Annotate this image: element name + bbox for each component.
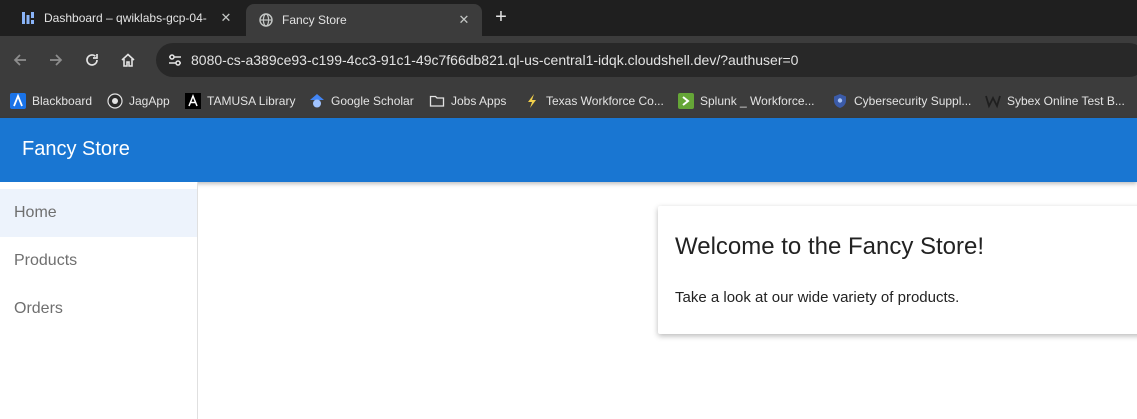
welcome-card: Welcome to the Fancy Store! Take a look … bbox=[658, 206, 1137, 334]
folder-icon bbox=[429, 93, 445, 109]
address-bar[interactable]: 8080-cs-a389ce93-c199-4cc3-91c1-49c7f66d… bbox=[156, 43, 1137, 77]
app-toolbar: Fancy Store bbox=[0, 118, 1137, 182]
bookmark-label: Google Scholar bbox=[331, 94, 414, 108]
app-title: Fancy Store bbox=[22, 138, 130, 160]
side-nav: Home Products Orders bbox=[0, 182, 198, 419]
reload-icon[interactable] bbox=[80, 48, 104, 72]
bookmark-label: Sybex Online Test B... bbox=[1007, 94, 1125, 108]
dashboard-favicon-icon bbox=[20, 10, 36, 26]
splunk-icon bbox=[678, 93, 694, 109]
bookmark-cybersecurity[interactable]: Cybersecurity Suppl... bbox=[832, 89, 971, 113]
card-text: Take a look at our wide variety of produ… bbox=[675, 289, 960, 306]
bookmarks-bar: Blackboard JagApp TAMUSA Library Google … bbox=[0, 84, 1137, 118]
bookmark-label: JagApp bbox=[129, 94, 170, 108]
tab-fancy-store[interactable]: Fancy Store ✕ bbox=[246, 4, 482, 36]
library-icon bbox=[185, 93, 201, 109]
lightning-icon bbox=[524, 93, 540, 109]
card-title: Welcome to the Fancy Store! bbox=[675, 233, 985, 260]
nav-item-orders[interactable]: Orders bbox=[0, 285, 197, 333]
bookmark-jobs-apps[interactable]: Jobs Apps bbox=[429, 89, 506, 113]
forward-arrow-icon[interactable] bbox=[44, 48, 68, 72]
bookmark-sybex[interactable]: Sybex Online Test B... bbox=[985, 89, 1125, 113]
browser-tab-strip: Dashboard – qwiklabs-gcp-04- ✕ Fancy Sto… bbox=[0, 0, 1137, 36]
bookmark-blackboard[interactable]: Blackboard bbox=[10, 89, 92, 113]
bookmark-jagapp[interactable]: JagApp bbox=[107, 89, 170, 113]
bookmark-label: Blackboard bbox=[32, 94, 93, 108]
close-tab-icon[interactable]: ✕ bbox=[218, 10, 234, 26]
w-icon bbox=[985, 93, 1001, 109]
home-icon[interactable] bbox=[116, 48, 140, 72]
back-arrow-icon[interactable] bbox=[8, 48, 32, 72]
close-tab-icon[interactable]: ✕ bbox=[456, 12, 472, 28]
bookmark-google-scholar[interactable]: Google Scholar bbox=[309, 89, 414, 113]
bookmark-tamusa-library[interactable]: TAMUSA Library bbox=[185, 89, 295, 113]
bookmark-label: TAMUSA Library bbox=[207, 94, 296, 108]
site-info-icon[interactable] bbox=[162, 47, 188, 73]
bookmark-label: Texas Workforce Co... bbox=[546, 94, 664, 108]
bookmark-label: Cybersecurity Suppl... bbox=[854, 94, 972, 108]
globe-favicon-icon bbox=[258, 12, 274, 28]
nav-item-home[interactable]: Home bbox=[0, 189, 197, 237]
shield-icon bbox=[832, 93, 848, 109]
tab-title: Fancy Store bbox=[282, 13, 347, 27]
blackboard-icon bbox=[10, 93, 26, 109]
jagapp-icon bbox=[107, 93, 123, 109]
bookmark-label: Splunk _ Workforce... bbox=[700, 94, 815, 108]
browser-toolbar: 8080-cs-a389ce93-c199-4cc3-91c1-49c7f66d… bbox=[0, 36, 1137, 84]
tab-title: Dashboard – qwiklabs-gcp-04- bbox=[44, 11, 207, 25]
new-tab-button[interactable]: + bbox=[490, 7, 512, 29]
scholar-icon bbox=[309, 93, 325, 109]
tab-dashboard[interactable]: Dashboard – qwiklabs-gcp-04- ✕ bbox=[8, 4, 244, 32]
url-text: 8080-cs-a389ce93-c199-4cc3-91c1-49c7f66d… bbox=[191, 52, 799, 68]
bookmark-texas-workforce[interactable]: Texas Workforce Co... bbox=[524, 89, 664, 113]
bookmark-splunk[interactable]: Splunk _ Workforce... bbox=[678, 89, 815, 113]
nav-item-products[interactable]: Products bbox=[0, 237, 197, 285]
bookmark-label: Jobs Apps bbox=[451, 94, 507, 108]
